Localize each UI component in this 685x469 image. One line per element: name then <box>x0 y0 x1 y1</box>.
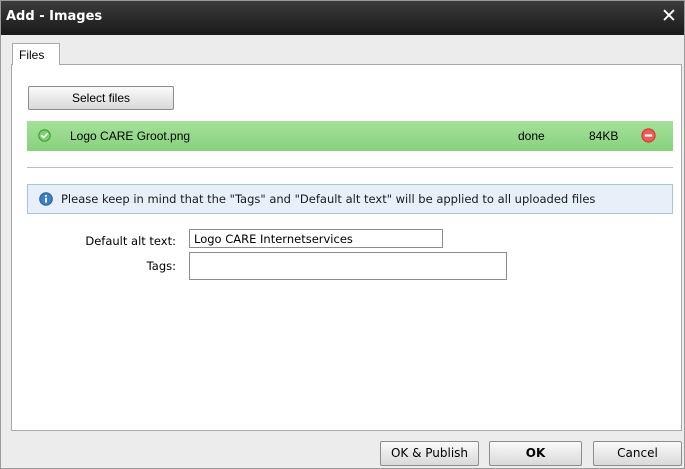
dialog-title: Add - Images <box>6 9 103 24</box>
tab-files[interactable]: Files <box>12 43 60 65</box>
add-images-dialog: Add - Images ✕ Files Select files Logo C… <box>0 0 685 469</box>
info-message: Please keep in mind that the "Tags" and … <box>61 192 596 206</box>
close-icon[interactable]: ✕ <box>658 6 680 28</box>
tags-input[interactable] <box>189 252 507 280</box>
select-files-button[interactable]: Select files <box>28 86 174 110</box>
default-alt-text-label: Default alt text: <box>85 234 176 248</box>
upload-file-size: 84KB <box>589 129 619 143</box>
ok-button[interactable]: OK <box>489 441 582 466</box>
files-panel: Select files Logo CARE Groot.png done 84… <box>11 64 682 431</box>
upload-status: done <box>518 129 545 143</box>
upload-file-name: Logo CARE Groot.png <box>70 129 191 143</box>
check-circle-icon <box>38 129 51 142</box>
info-icon <box>39 192 53 206</box>
info-notice: Please keep in mind that the "Tags" and … <box>27 184 673 214</box>
dialog-titlebar: Add - Images ✕ <box>1 1 684 35</box>
remove-circle-icon[interactable] <box>641 128 656 143</box>
upload-list-item: Logo CARE Groot.png done 84KB <box>27 121 673 151</box>
cancel-button[interactable]: Cancel <box>593 441 682 466</box>
ok-publish-button[interactable]: OK & Publish <box>380 441 479 466</box>
default-alt-text-input[interactable] <box>189 229 443 248</box>
divider <box>27 167 673 168</box>
tags-label: Tags: <box>146 259 176 273</box>
